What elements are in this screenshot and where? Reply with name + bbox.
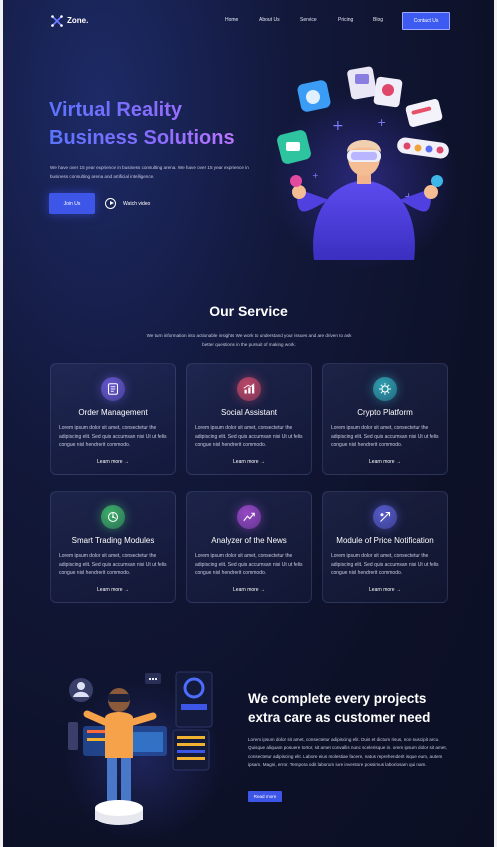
learn-more-link[interactable]: Learn more → (187, 459, 311, 465)
svg-text:+: + (312, 171, 319, 180)
join-button[interactable]: Join Us (49, 193, 95, 214)
service-card-title: Module of Price Notification (336, 536, 434, 545)
order-icon (101, 377, 125, 401)
service-card-title: Analyzer of the News (211, 536, 287, 545)
analyzer-icon (237, 505, 261, 529)
arrow-right-icon: → (259, 587, 265, 593)
crypto-icon (373, 377, 397, 401)
play-icon (105, 198, 116, 209)
service-card-text: Lorem ipsum dolor sit amet, consectetur … (59, 553, 167, 577)
service-card-title: Social Assistant (220, 408, 278, 417)
cta-title-line1: We complete every projects (248, 691, 427, 706)
logo-icon (51, 14, 63, 27)
learn-more-label: Learn more (233, 587, 259, 593)
chart-icon (237, 377, 261, 401)
hero-title: Virtual Reality Business Solutions (49, 96, 269, 152)
nav-home[interactable]: Home (225, 17, 238, 23)
service-card-title: Smart Trading Modules (71, 536, 155, 545)
arrow-right-icon: → (395, 459, 401, 465)
learn-more-label: Learn more (369, 587, 395, 593)
cta-title-line2: extra care as customer need (248, 710, 431, 725)
arrow-right-icon: → (259, 459, 265, 465)
service-card[interactable]: Analyzer of the News Lorem ipsum dolor si… (186, 491, 312, 603)
vr-person-illustration (63, 671, 223, 840)
service-card-text: Lorem ipsum dolor sit amet, consectetur … (59, 425, 167, 449)
learn-more-link[interactable]: Learn more → (323, 459, 447, 465)
service-card[interactable]: Social Assistant Lorem ipsum dolor sit am… (186, 363, 312, 475)
svg-text:+: + (332, 118, 344, 134)
learn-more-label: Learn more (97, 459, 123, 465)
nav-service[interactable]: Service (300, 17, 317, 23)
read-more-button[interactable]: Read more (248, 791, 282, 802)
nav-blog[interactable]: Blog (373, 17, 383, 23)
service-card[interactable]: Module of Price Notification Lorem ipsum … (322, 491, 448, 603)
service-card-title: Crypto Platform (357, 408, 413, 417)
learn-more-link[interactable]: Learn more → (323, 587, 447, 593)
watch-video-label: Watch video (123, 200, 151, 207)
cta-text: Lorem ipsum dolor sit amet, consectetur … (248, 737, 447, 768)
learn-more-link[interactable]: Learn more → (51, 587, 175, 593)
learn-more-link[interactable]: Learn more → (51, 459, 175, 465)
learn-more-label: Learn more (97, 587, 123, 593)
learn-more-link[interactable]: Learn more → (187, 587, 311, 593)
service-card[interactable]: Order Management Lorem ipsum dolor sit am… (50, 363, 176, 475)
svg-text:+: + (377, 116, 386, 129)
arrow-right-icon: → (395, 587, 401, 593)
service-card-text: Lorem ipsum dolor sit amet, consectetur … (195, 553, 303, 577)
service-card-text: Lorem ipsum dolor sit amet, consectetur … (331, 553, 439, 577)
service-title: Our Service (209, 303, 288, 319)
hero-title-line1: Virtual Reality (49, 99, 183, 121)
nav-about[interactable]: About Us (259, 17, 280, 23)
hero-vr-illustration: + + + + (269, 66, 459, 270)
service-card-text: Lorem ipsum dolor sit amet, consectetur … (331, 425, 439, 449)
learn-more-label: Learn more (369, 459, 395, 465)
hero-description: We have over 15 year exprience in busine… (50, 165, 249, 179)
landing-page: Zone. Home About Us Service Pricing Blog… (3, 0, 494, 847)
hero-title-line2: Business Solutions (49, 127, 235, 149)
brand-name: Zone. (67, 15, 89, 25)
service-card[interactable]: Crypto Platform Lorem ipsum dolor sit ame… (322, 363, 448, 475)
learn-more-label: Learn more (233, 459, 259, 465)
watch-video-button[interactable]: Watch video (105, 198, 150, 209)
notification-icon (373, 505, 397, 529)
arrow-right-icon: → (123, 459, 129, 465)
service-card[interactable]: Smart Trading Modules Lorem ipsum dolor s… (50, 491, 176, 603)
contact-button[interactable]: Contact Us (402, 12, 450, 30)
arrow-right-icon: → (123, 587, 129, 593)
top-nav: Zone. Home About Us Service Pricing Blog… (3, 0, 494, 44)
logo[interactable]: Zone. (51, 14, 89, 27)
nav-pricing[interactable]: Pricing (338, 17, 353, 23)
service-description: We turn information into actionable insi… (146, 333, 352, 347)
service-card-title: Order Management (78, 408, 148, 417)
service-card-text: Lorem ipsum dolor sit amet, consectetur … (195, 425, 303, 449)
cta-title: We complete every projects extra care as… (248, 689, 463, 727)
trading-icon (101, 505, 125, 529)
